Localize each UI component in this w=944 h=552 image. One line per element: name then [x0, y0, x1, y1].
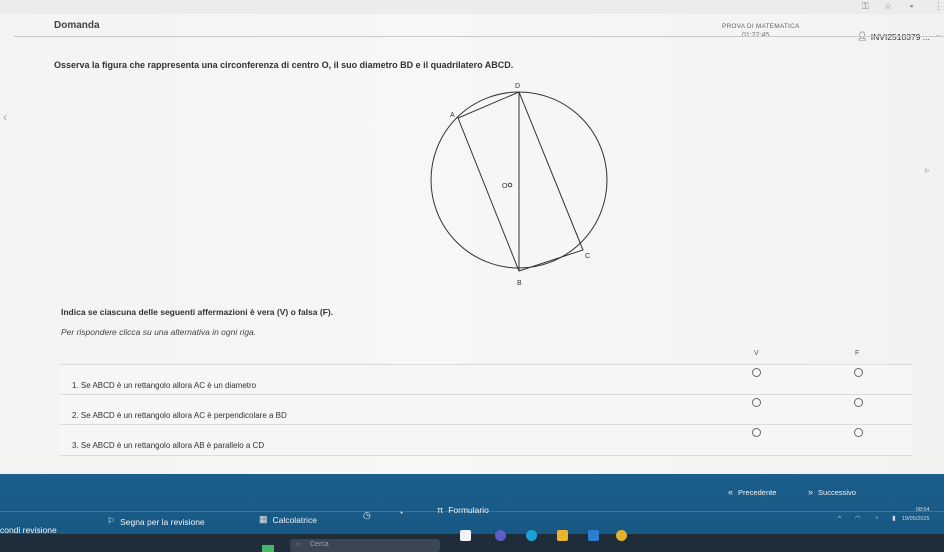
- calculator-label: Calcolatrice: [272, 514, 317, 525]
- center-point: [507, 182, 513, 188]
- radio-false[interactable]: [854, 398, 863, 407]
- circle-figure: D A O C B: [430, 83, 608, 287]
- search-placeholder: Cerca: [310, 541, 329, 548]
- calculator-icon: ▦: [259, 514, 268, 524]
- store-icon[interactable]: [588, 530, 599, 541]
- row-label: 3. Se ABCD è un rettangolo allora AB è p…: [72, 441, 265, 450]
- quadrilateral-abcd: [457, 91, 584, 272]
- mark-review-button[interactable]: ⚐ Segna per la revisione: [107, 516, 205, 527]
- column-false: F: [855, 350, 860, 357]
- radio-false[interactable]: [854, 368, 863, 377]
- next-button[interactable]: » Successivo: [808, 487, 856, 497]
- flag-icon: ⚐: [107, 516, 116, 526]
- chrome-icon[interactable]: [616, 530, 627, 541]
- previous-button[interactable]: « Precedente: [728, 487, 776, 497]
- windows-start-icon[interactable]: [262, 545, 274, 552]
- answer-row: 3. Se ABCD è un rettangolo allora AB è p…: [60, 424, 913, 456]
- menu-icon[interactable]: ⋮: [934, 1, 943, 12]
- stopwatch-icon: ◔: [398, 508, 404, 518]
- label-a: A: [450, 112, 455, 119]
- chevron-down-icon[interactable]: ⌄: [935, 31, 941, 39]
- key-icon[interactable]: ⚿: [862, 1, 869, 12]
- answer-subinstruction: Per rispondere clicca su una alternativa…: [61, 327, 257, 337]
- row-label: 2. Se ABCD è un rettangolo allora AC è p…: [72, 411, 287, 420]
- question-prompt: Osserva la figura che rappresenta una ci…: [54, 60, 514, 70]
- label-b: B: [517, 280, 522, 287]
- clock-time: 08:54: [915, 507, 930, 513]
- mark-review-label: Segna per la revisione: [120, 516, 205, 527]
- teams-icon[interactable]: [495, 530, 506, 541]
- row-label: 1. Se ABCD è un rettangolo allora AC è u…: [72, 381, 257, 390]
- taskbar-search[interactable]: ○ Cerca: [290, 539, 440, 552]
- system-clock: 08:54 19/05/2025: [902, 506, 930, 524]
- search-icon: ○: [296, 541, 301, 548]
- calculator-button[interactable]: ▦ Calcolatrice: [259, 514, 317, 525]
- tray-icons[interactable]: ^ ◠ ◔ ▮: [838, 514, 902, 522]
- next-icon: »: [808, 487, 814, 497]
- question-label: Domanda: [54, 20, 100, 31]
- clock-date: 19/05/2025: [902, 516, 930, 522]
- header-divider: [14, 36, 944, 37]
- explorer-icon[interactable]: [557, 530, 568, 541]
- formulario-label: Formulario: [448, 505, 489, 515]
- exam-title: PROVA DI MATEMATICA: [722, 23, 800, 30]
- taskview-icon[interactable]: [460, 530, 471, 541]
- formula-icon: π: [437, 505, 444, 515]
- edge-icon[interactable]: [526, 530, 537, 541]
- radio-true[interactable]: [752, 398, 761, 407]
- previous-label: Precedente: [738, 487, 777, 497]
- label-o: O: [502, 183, 508, 190]
- star-icon[interactable]: ☆: [884, 1, 892, 12]
- clock-icon: ◷: [363, 510, 371, 520]
- radio-false[interactable]: [854, 428, 863, 437]
- mouse-cursor-icon: ▹: [925, 165, 930, 175]
- timer-button[interactable]: ◔: [398, 508, 403, 518]
- label-d: D: [515, 83, 520, 90]
- prev-icon: «: [728, 487, 734, 497]
- radio-true[interactable]: [752, 368, 761, 377]
- next-label: Successivo: [818, 487, 856, 497]
- formulario-button[interactable]: π Formulario: [437, 505, 489, 515]
- clock-button[interactable]: ◷: [363, 510, 371, 521]
- answer-instruction: Indica se ciascuna delle seguenti afferm…: [61, 307, 334, 317]
- answer-row: 2. Se ABCD è un rettangolo allora AC è p…: [60, 394, 913, 426]
- answer-row: 1. Se ABCD è un rettangolo allora AC è u…: [60, 364, 913, 396]
- label-c: C: [585, 253, 590, 260]
- extension-icon[interactable]: ▪: [910, 1, 913, 11]
- taskbar: [0, 534, 944, 552]
- column-true: V: [754, 350, 759, 357]
- browser-top-strip: ⚿ ☆ ▪ ⋮: [0, 0, 944, 14]
- radio-true[interactable]: [752, 428, 761, 437]
- left-arrow-icon[interactable]: ‹: [3, 110, 7, 124]
